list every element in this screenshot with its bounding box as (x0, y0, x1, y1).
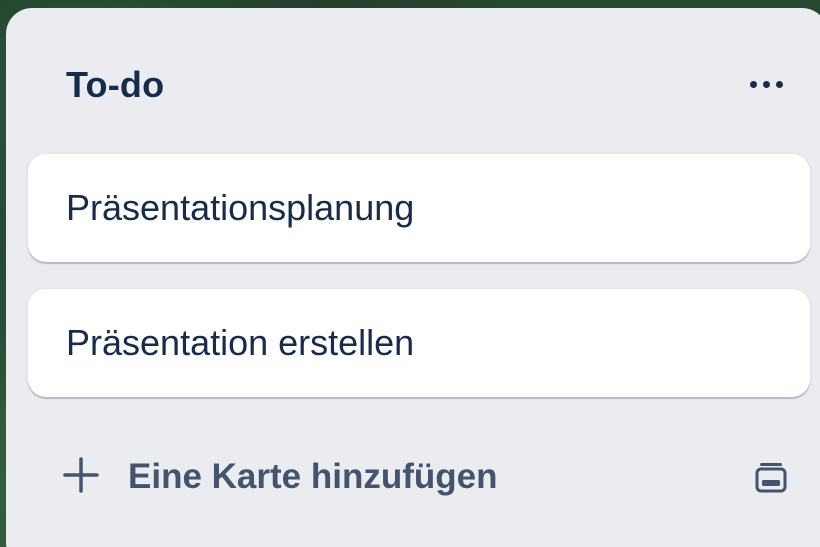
list-title[interactable]: To-do (66, 64, 164, 106)
create-from-template-button[interactable] (748, 454, 794, 500)
more-horizontal-icon (749, 80, 757, 88)
card[interactable]: Präsentation erstellen (28, 289, 810, 397)
add-card-label: Eine Karte hinzufügen (128, 457, 498, 496)
add-card-button[interactable]: Eine Karte hinzufügen (28, 442, 810, 512)
list-todo: To-do Präsentationsplanung Präsentation … (6, 8, 820, 547)
card-title: Präsentationsplanung (66, 187, 415, 228)
card[interactable]: Präsentationsplanung (28, 154, 810, 262)
card-template-icon (755, 463, 787, 493)
more-dot (762, 80, 770, 88)
plus-icon (63, 457, 99, 493)
list-header: To-do (6, 8, 820, 158)
card-title: Präsentation erstellen (66, 322, 415, 363)
more-dot (775, 80, 783, 88)
list-more-button[interactable] (738, 62, 794, 106)
